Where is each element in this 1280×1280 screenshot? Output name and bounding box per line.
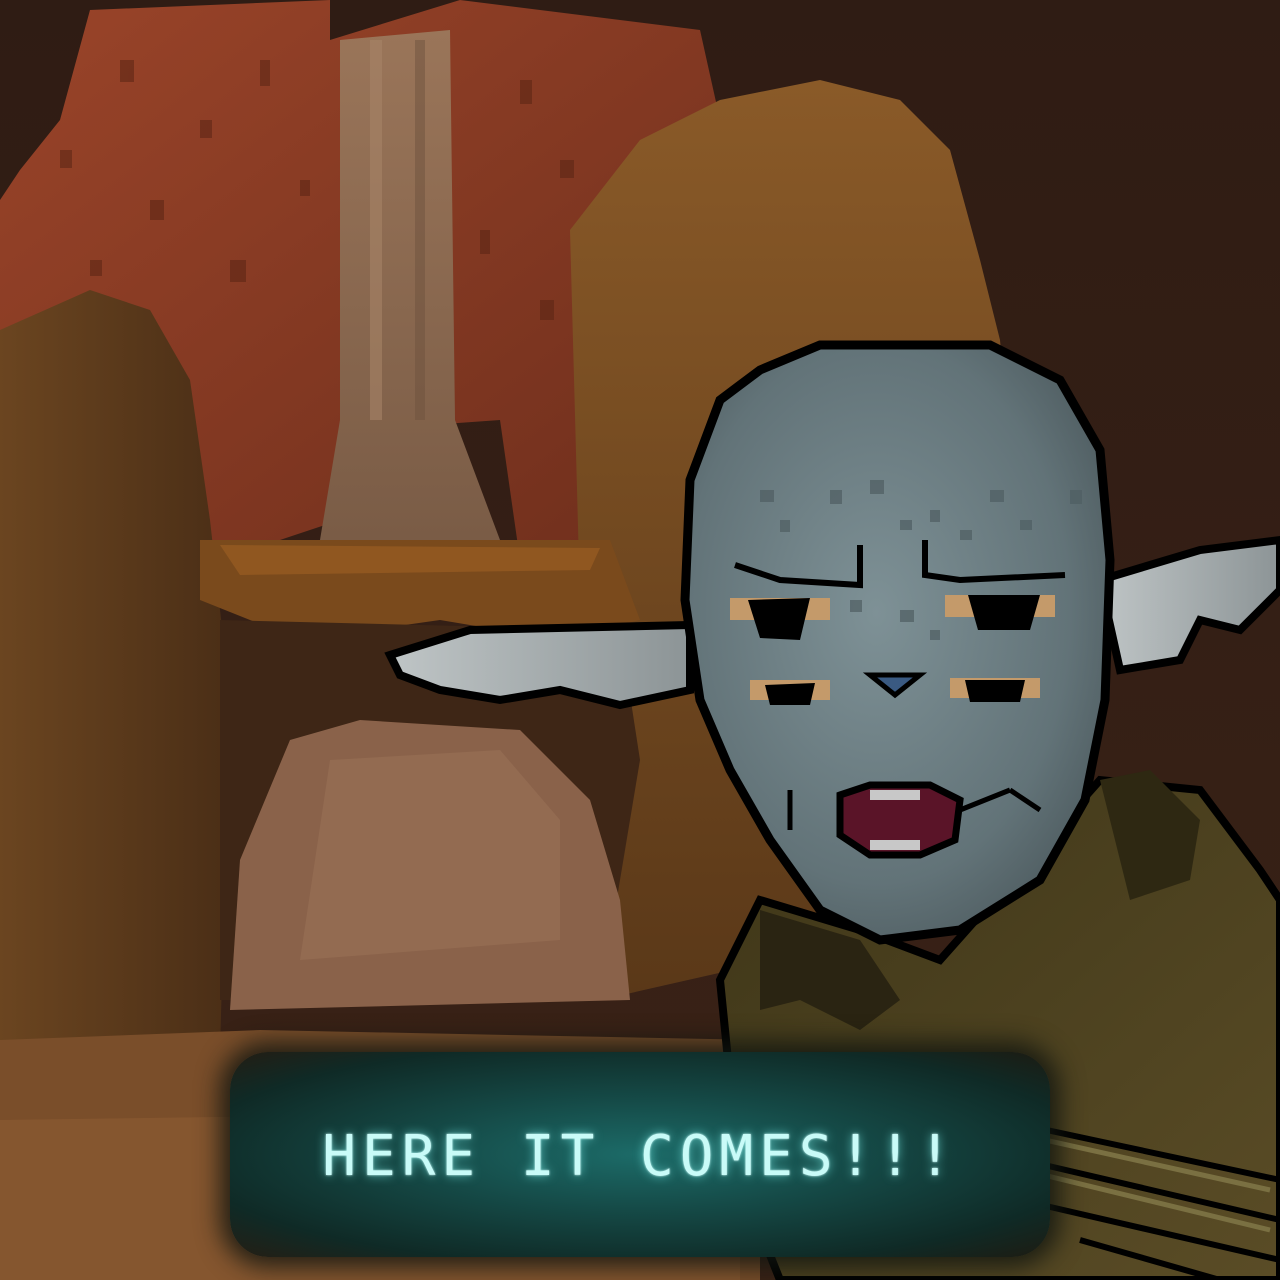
dialogue-text: HERE IT COMES!!! — [322, 1124, 958, 1189]
dialogue-box[interactable]: HERE IT COMES!!! — [230, 1052, 1050, 1257]
game-scene: HERE IT COMES!!! — [0, 0, 1280, 1280]
